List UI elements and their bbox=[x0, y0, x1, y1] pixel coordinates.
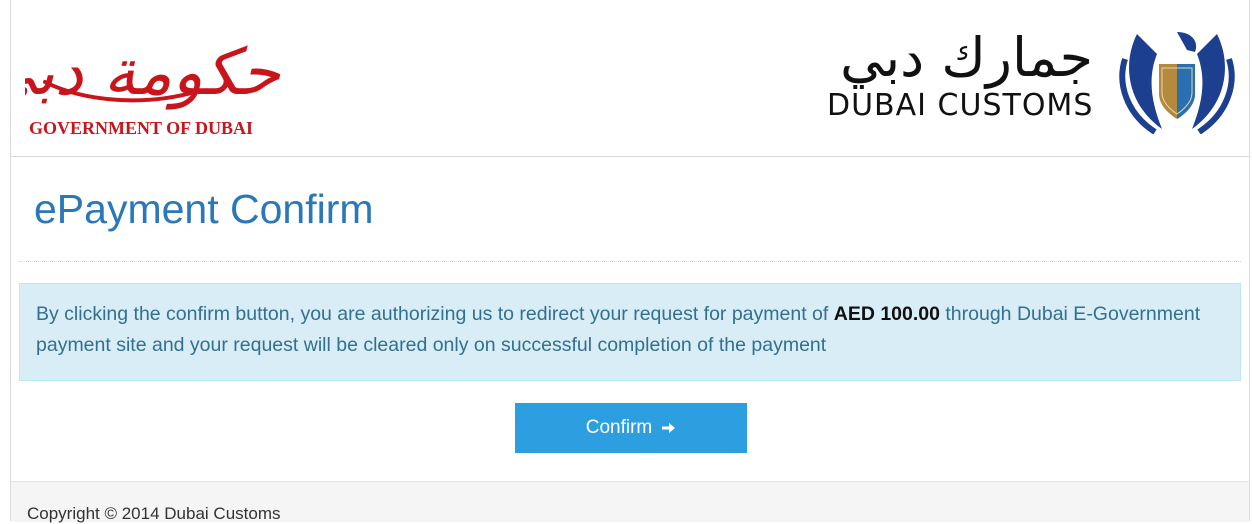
government-of-dubai-text: GOVERNMENT OF DUBAI bbox=[29, 118, 254, 138]
dubai-customs-text: DUBAI CUSTOMS bbox=[827, 88, 1094, 123]
copyright-text: Copyright © 2014 Dubai Customs bbox=[27, 504, 281, 523]
confirm-button-label: Confirm bbox=[585, 417, 653, 438]
header: حكومة دبي GOVERNMENT OF DUBAI جمارك دبي … bbox=[11, 0, 1249, 157]
svg-text:جمارك دبي: جمارك دبي bbox=[840, 26, 1093, 89]
footer: Copyright © 2014 Dubai Customs bbox=[11, 481, 1249, 523]
government-of-dubai-arabic-calligraphy: حكومة دبي bbox=[25, 36, 280, 110]
dubai-customs-logo: جمارك دبي DUBAI CUSTOMS bbox=[825, 20, 1245, 138]
payment-notice: By clicking the confirm button, you are … bbox=[19, 283, 1241, 381]
government-of-dubai-logo: حكومة دبي GOVERNMENT OF DUBAI bbox=[25, 22, 285, 138]
payment-amount: AED 100.00 bbox=[833, 303, 940, 325]
dubai-customs-arabic-text: جمارك دبي bbox=[840, 26, 1093, 89]
title-divider bbox=[19, 261, 1241, 262]
page-title: ePayment Confirm bbox=[34, 186, 374, 232]
confirm-button[interactable]: Confirm bbox=[515, 403, 747, 453]
falcon-emblem-icon bbox=[1119, 32, 1235, 134]
arrow-right-icon bbox=[662, 423, 676, 433]
notice-text-before: By clicking the confirm button, you are … bbox=[36, 303, 834, 325]
page-frame: حكومة دبي GOVERNMENT OF DUBAI جمارك دبي … bbox=[10, 0, 1250, 523]
